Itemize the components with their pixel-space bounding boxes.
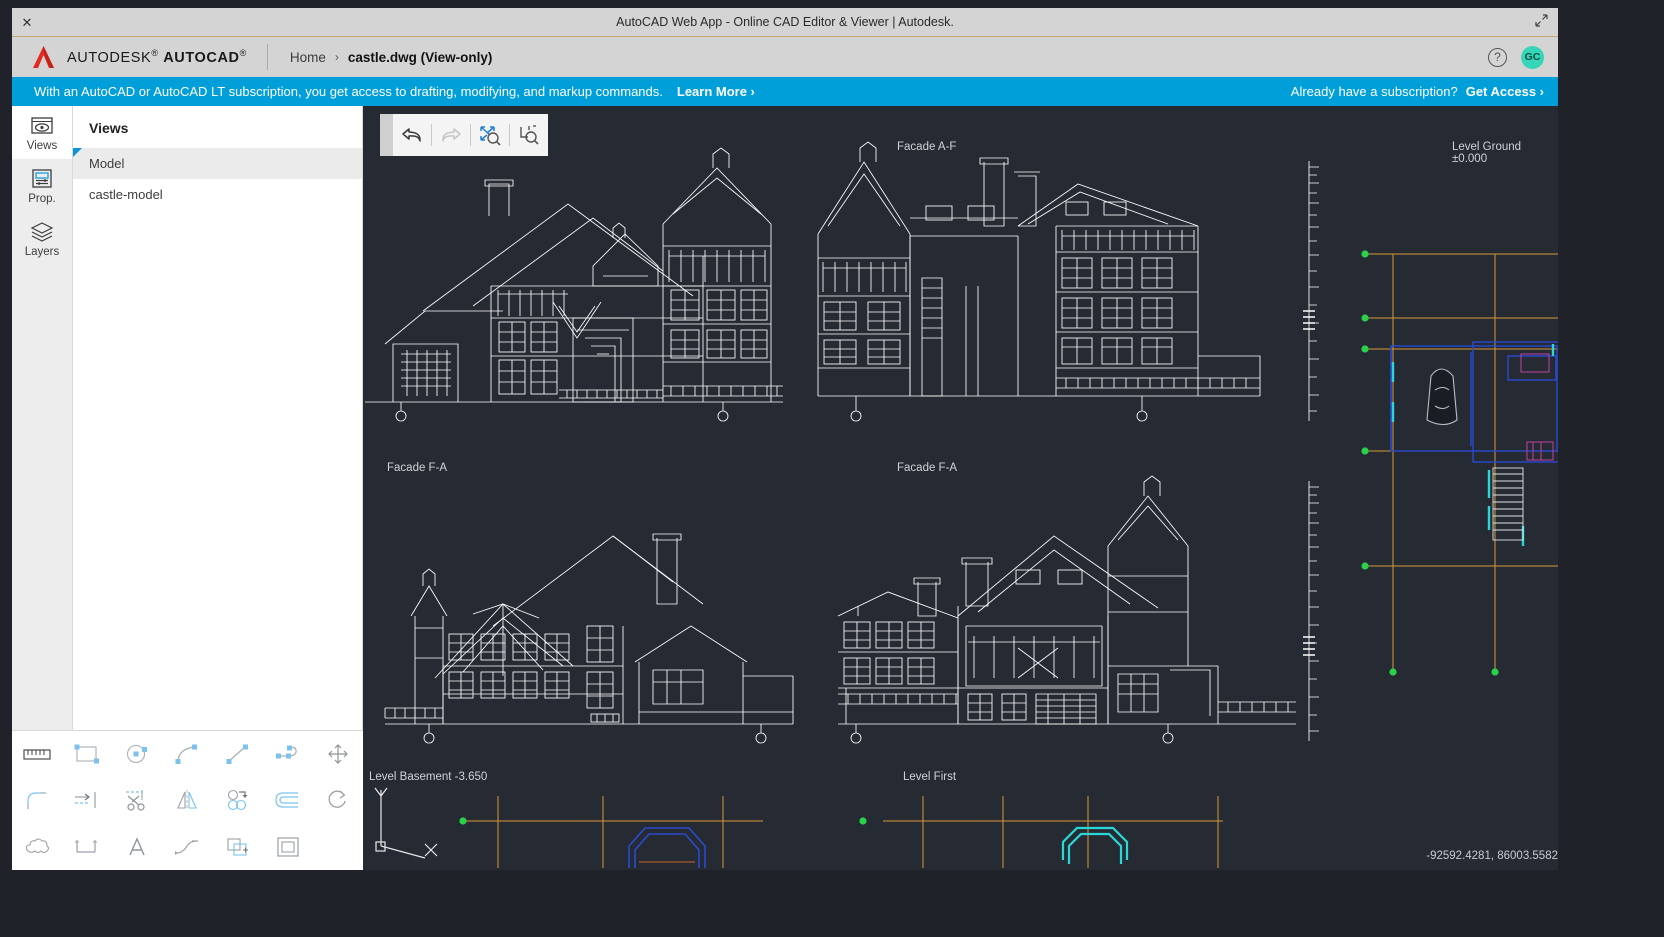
coordinate-readout: -92592.4281, 86003.5582 (1426, 850, 1558, 862)
trim-tool[interactable] (120, 783, 154, 817)
scissors-icon (124, 788, 150, 812)
sidebar-item-layers[interactable]: Layers (12, 212, 72, 265)
sidebar-item-views-label: Views (27, 140, 57, 152)
brand-text: AUTODESK® AUTOCAD® (67, 48, 247, 66)
breadcrumb-home[interactable]: Home (290, 50, 326, 65)
circle-tool[interactable] (120, 737, 154, 771)
breadcrumb-separator: › (335, 50, 339, 64)
block-icon (225, 836, 251, 858)
drawing-canvas[interactable]: Facade A-F Level Ground ±0.000 Facade F-… (363, 106, 1558, 868)
circle-icon (124, 743, 150, 765)
promo-actions: Already have a subscription? Get Access … (1291, 84, 1544, 99)
avatar[interactable]: GC (1521, 46, 1544, 69)
leader-icon (174, 836, 200, 858)
fillet-icon (24, 789, 50, 811)
layers-icon (29, 221, 55, 243)
arc-tool[interactable] (170, 737, 204, 771)
dimension-icon (74, 836, 100, 858)
sidebar-item-properties[interactable]: Prop. (12, 159, 72, 212)
window-title: AutoCAD Web App - Online CAD Editor & Vi… (12, 15, 1558, 29)
views-panel-title: Views (73, 106, 362, 148)
block-tool[interactable] (221, 830, 255, 864)
copy-tool[interactable] (221, 783, 255, 817)
sidebar-item-properties-label: Prop. (28, 193, 56, 205)
app-header: AUTODESK® AUTOCAD® Home › castle.dwg (Vi… (12, 37, 1558, 77)
rectangle-tool[interactable] (70, 737, 104, 771)
arc-icon (174, 743, 200, 765)
expand-icon[interactable] (1535, 14, 1548, 30)
leader-tool[interactable] (170, 830, 204, 864)
breadcrumb-file: castle.dwg (View-only) (348, 50, 493, 65)
rotate-tool[interactable] (321, 783, 355, 817)
help-icon[interactable]: ? (1488, 48, 1507, 67)
copy-icon (225, 789, 251, 811)
dimension-tool[interactable] (70, 830, 104, 864)
breadcrumb: Home › castle.dwg (View-only) (290, 50, 493, 65)
extend-tool[interactable] (70, 783, 104, 817)
mirror-icon (174, 789, 200, 811)
header-actions: ? GC (1488, 46, 1544, 69)
cad-drawing (363, 106, 1558, 868)
view-item-castle-model[interactable]: castle-model (73, 179, 362, 210)
offset-icon (274, 790, 302, 810)
autodesk-logo-icon (30, 44, 58, 70)
sidebar-item-layers-label: Layers (25, 246, 60, 258)
ruler-icon (23, 746, 51, 762)
learn-more-link[interactable]: Learn More › (677, 84, 755, 99)
os-title-bar: ✕ AutoCAD Web App - Online CAD Editor & … (12, 8, 1558, 37)
move-icon (326, 742, 350, 766)
promo-message: With an AutoCAD or AutoCAD LT subscripti… (34, 84, 663, 99)
line-tool[interactable] (221, 737, 255, 771)
promo-banner: With an AutoCAD or AutoCAD LT subscripti… (12, 77, 1558, 106)
measure-tool[interactable] (20, 737, 54, 771)
properties-icon (29, 168, 55, 190)
cloud-icon (23, 837, 51, 857)
revcloud-tool[interactable] (20, 830, 54, 864)
view-item-label: Model (89, 156, 124, 171)
tool-palette (12, 730, 363, 870)
frame-icon (276, 836, 300, 858)
brand-prefix: AUTODESK (67, 50, 151, 66)
get-access-link[interactable]: Get Access › (1466, 84, 1544, 99)
sidebar-item-views[interactable]: Views (12, 106, 72, 159)
rotate-icon (326, 788, 350, 812)
app-window: ✕ AutoCAD Web App - Online CAD Editor & … (12, 8, 1558, 870)
brand[interactable]: AUTODESK® AUTOCAD® (12, 44, 247, 70)
view-item-model[interactable]: Model (73, 148, 362, 179)
line-icon (225, 743, 251, 765)
brand-name: AUTOCAD (163, 50, 239, 66)
mirror-tool[interactable] (170, 783, 204, 817)
polyline-tool[interactable] (271, 737, 305, 771)
offset-tool[interactable] (271, 783, 305, 817)
eye-view-icon (29, 115, 55, 137)
subscription-question: Already have a subscription? (1291, 84, 1458, 99)
header-divider (267, 44, 268, 70)
view-item-label: castle-model (89, 187, 163, 202)
extend-icon (73, 790, 101, 810)
rectangle-icon (73, 743, 101, 765)
fillet-tool[interactable] (20, 783, 54, 817)
text-a-icon (126, 836, 148, 858)
frame-tool[interactable] (271, 830, 305, 864)
text-tool[interactable] (120, 830, 154, 864)
polyline-icon (274, 744, 302, 764)
move-tool[interactable] (321, 737, 355, 771)
